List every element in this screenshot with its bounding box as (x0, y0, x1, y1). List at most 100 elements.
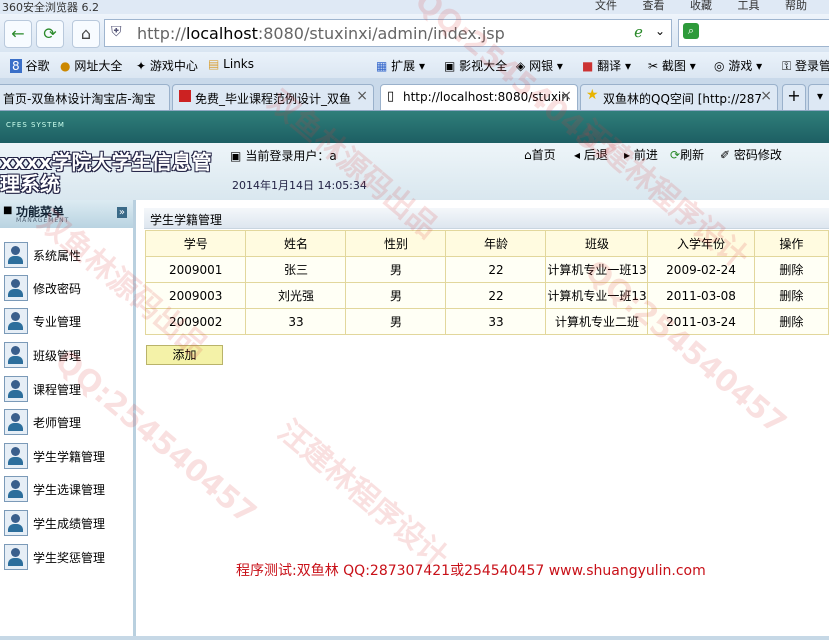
translate-icon: ■ (582, 59, 594, 73)
address-bar[interactable]: ⛨ http://localhost:8080/stuxinxi/admin/i… (104, 19, 672, 47)
col-header: 年龄 (445, 230, 547, 257)
cell-gender: 男 (345, 256, 447, 283)
ie-mode-icon[interactable]: ℯ (634, 23, 643, 41)
plus-icon: + (787, 86, 801, 105)
user-icon (4, 376, 28, 402)
col-header: 班级 (545, 230, 649, 257)
table-row: 2009002 33 男 33 计算机专业二班 2011-03-24 删除 (144, 308, 829, 335)
refresh-icon[interactable]: ⟳ (36, 20, 64, 48)
gamepad-icon: ◎ (714, 59, 725, 73)
translate-button[interactable]: ■ 翻译 ▾ (582, 57, 631, 74)
bookmark-games[interactable]: ✦ 游戏中心 (136, 57, 198, 74)
monitor-icon: ▣ (230, 149, 242, 163)
chevron-down-icon[interactable]: ⌄ (655, 24, 665, 38)
cell-id: 2009001 (144, 256, 247, 283)
google-icon: 8 (10, 59, 22, 73)
globe-icon: ● (60, 59, 71, 73)
close-icon[interactable]: × (760, 88, 772, 104)
cell-gender: 男 (345, 308, 447, 335)
film-icon: ▣ (444, 59, 456, 73)
delete-link[interactable]: 删除 (753, 256, 829, 283)
cell-name: 张三 (245, 256, 347, 283)
cell-gender: 男 (345, 282, 447, 309)
col-header: 操作 (753, 230, 829, 257)
refresh-button[interactable]: ⟳刷新 (670, 146, 704, 163)
site-favicon-icon (179, 90, 191, 102)
grid-icon: ▦ (376, 59, 388, 73)
tab-strip: 首页-双鱼林设计淘宝店-淘宝 免费_毕业课程范例设计_双鱼 × ▯ http:/… (0, 78, 829, 111)
user-icon (4, 242, 28, 268)
screenshot-button[interactable]: ✂ 截图 ▾ (648, 57, 696, 74)
close-icon[interactable]: × (356, 88, 368, 104)
tab-taobao[interactable]: 首页-双鱼林设计淘宝店-淘宝 (0, 84, 170, 110)
panel-title: 学生学籍管理 (150, 213, 223, 227)
ext-button[interactable]: ▦ 扩展 ▾ (376, 57, 425, 74)
bottom-border (0, 636, 829, 640)
menu-help[interactable]: 帮助 (785, 0, 807, 12)
menu-tools[interactable]: 工具 (738, 0, 760, 12)
menu-view[interactable]: 查看 (643, 0, 665, 12)
col-header: 学号 (144, 230, 247, 257)
key-icon: ⚿ (782, 59, 792, 73)
refresh-icon: ⟳ (670, 148, 681, 162)
bookmark-google[interactable]: 8 谷歌 (10, 57, 49, 74)
gamepad-icon: ✦ (136, 59, 147, 73)
cell-age: 33 (445, 308, 547, 335)
back-icon[interactable]: ← (4, 20, 32, 48)
folder-icon: ▤ (208, 57, 220, 71)
brand-small: CFES SYSTEM (6, 121, 65, 129)
home-button[interactable]: ⌂首页 (524, 146, 556, 163)
games-button[interactable]: ◎ 游戏 ▾ (714, 57, 762, 74)
cell-name: 33 (245, 308, 347, 335)
scissors-icon: ✂ (648, 59, 659, 73)
cell-name: 刘光强 (245, 282, 347, 309)
cell-age: 22 (445, 282, 547, 309)
star-icon: ★ (586, 87, 599, 103)
sidebar-item-course-selection[interactable]: 学生选课管理 (0, 474, 133, 504)
bookmarks-bar: 8 谷歌 ● 网址大全 ✦ 游戏中心 ▤ Links ▦ 扩展 ▾ ▣ 影视大全… (0, 52, 829, 78)
menu-file[interactable]: 文件 (595, 0, 617, 12)
change-password-button[interactable]: ✐ 密码修改 (720, 146, 782, 163)
sidebar-item-rewards[interactable]: 学生奖惩管理 (0, 542, 133, 572)
user-icon (4, 342, 28, 368)
page-icon: ▯ (387, 89, 395, 104)
bookmark-hao[interactable]: ● 网址大全 (60, 57, 122, 74)
browser-title: 360安全浏览器 6.2 (2, 1, 99, 14)
sidebar-item-grades[interactable]: 学生成绩管理 (0, 508, 133, 538)
browser-menu-bar: 文件 查看 收藏 工具 帮助 (595, 0, 829, 13)
delete-link[interactable]: 删除 (753, 282, 829, 309)
home-icon[interactable]: ⌂ (72, 20, 100, 48)
user-icon (4, 308, 28, 334)
user-icon (4, 544, 28, 570)
user-icon (4, 443, 28, 469)
home-icon: ⌂ (524, 148, 532, 162)
address-toolbar: ← ⟳ ⌂ ⛨ http://localhost:8080/stuxinxi/a… (0, 14, 829, 52)
menu-icon: ■ (3, 205, 13, 216)
user-icon (4, 476, 28, 502)
bookmark-links[interactable]: ▤ Links (208, 57, 254, 71)
login-button[interactable]: ⚿ 登录管 (782, 57, 829, 74)
footer-credit: 程序测试:双鱼林 QQ:287307421或254540457 www.shua… (236, 563, 706, 579)
new-tab-button[interactable]: + (782, 84, 806, 110)
cell-age: 22 (445, 256, 547, 283)
chevron-down-icon: ▾ (816, 89, 824, 103)
user-icon (4, 510, 28, 536)
sidebar-item-student-status[interactable]: 学生学籍管理 (0, 441, 133, 471)
collapse-icon[interactable]: » (116, 207, 127, 218)
app-header: CFES SYSTEM (0, 111, 829, 143)
search-icon: ⌕ (683, 23, 699, 39)
delete-link[interactable]: 删除 (753, 308, 829, 335)
menu-favorites[interactable]: 收藏 (690, 0, 712, 12)
tab-list-button[interactable]: ▾ (808, 84, 829, 110)
user-icon (4, 275, 28, 301)
col-header: 姓名 (245, 230, 347, 257)
key-icon: ✐ (720, 148, 731, 162)
system-title: xxxx学院大学生信息管理系统 (0, 150, 212, 196)
sidebar-item-major[interactable]: 专业管理 (0, 306, 133, 336)
user-icon (4, 409, 28, 435)
table-row: 2009003 刘光强 男 22 计算机专业一班13 2011-03-08 删除 (144, 282, 829, 309)
cell-year: 2011-03-08 (647, 282, 755, 309)
search-input[interactable]: ⌕ (678, 19, 829, 47)
shield-icon: ⛨ (111, 24, 122, 40)
tab-qzone[interactable]: ★ 双鱼林的QQ空间 [http://287 × (580, 84, 778, 110)
